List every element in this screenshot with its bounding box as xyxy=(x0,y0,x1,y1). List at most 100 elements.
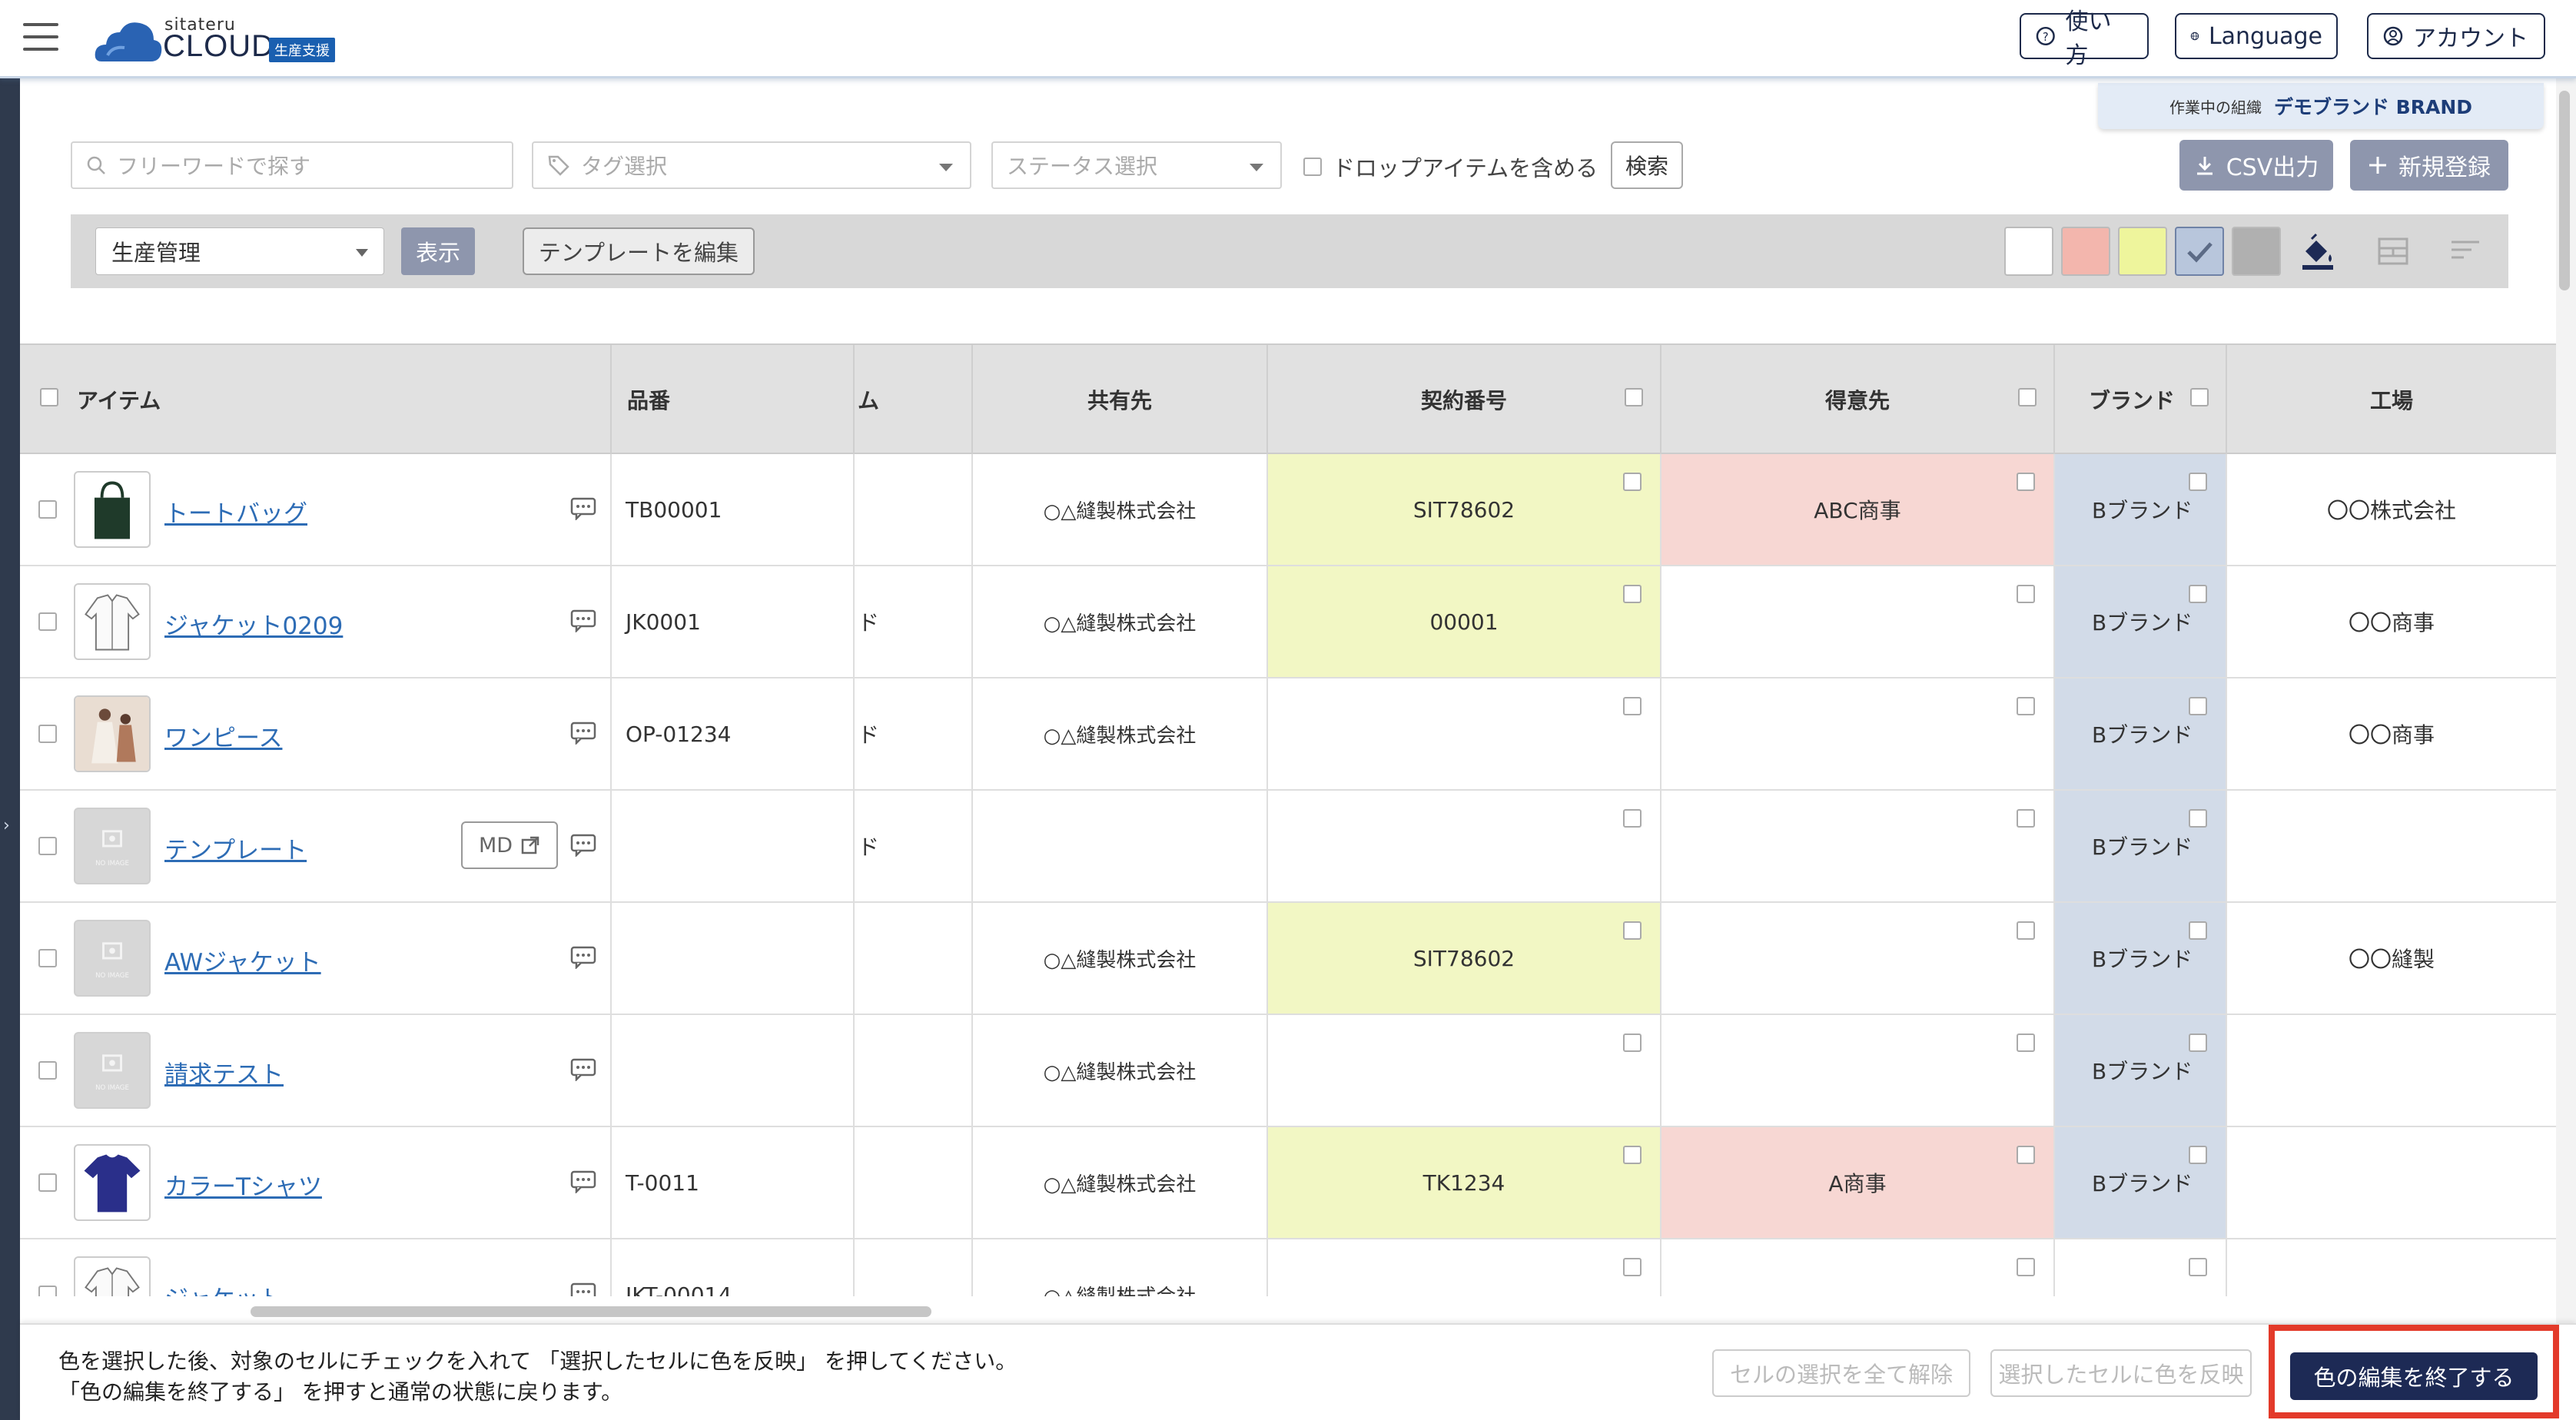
factory-cell[interactable]: 〇〇商事 xyxy=(2227,678,2556,789)
comment-icon[interactable] xyxy=(570,722,596,745)
item-name-link[interactable]: ジャケット xyxy=(164,1279,282,1296)
header-contract[interactable]: 契約番号 xyxy=(1268,345,1661,454)
row-checkbox[interactable] xyxy=(38,1061,57,1080)
cell-checkbox[interactable] xyxy=(2189,473,2207,491)
row-checkbox[interactable] xyxy=(38,837,57,855)
customer-cell[interactable] xyxy=(1661,566,2055,677)
contract-cell[interactable]: SIT78602 xyxy=(1268,903,1661,1014)
factory-cell[interactable] xyxy=(2227,1127,2556,1238)
cell-checkbox[interactable] xyxy=(1623,1146,1642,1164)
cell-checkbox[interactable] xyxy=(2017,1033,2035,1052)
shared-cell[interactable]: ○△縫製株式会社 xyxy=(973,454,1268,565)
help-button[interactable]: ? 使い方 xyxy=(2020,8,2149,69)
contract-cell[interactable] xyxy=(1268,1015,1661,1126)
partial-cell[interactable] xyxy=(855,1239,973,1296)
item-thumbnail[interactable] xyxy=(74,471,151,548)
edit-template-button[interactable]: テンプレートを編集 xyxy=(523,227,755,275)
cell-checkbox[interactable] xyxy=(1623,585,1642,603)
comment-icon[interactable] xyxy=(570,497,596,520)
brand-cell[interactable]: Bブランド xyxy=(2055,454,2227,565)
contract-cell[interactable]: SIT78602 xyxy=(1268,454,1661,565)
factory-cell[interactable]: 〇〇株式会社 xyxy=(2227,454,2556,565)
partial-cell[interactable] xyxy=(855,903,973,1014)
cell-checkbox[interactable] xyxy=(2189,1146,2207,1164)
header-customer[interactable]: 得意先 xyxy=(1661,345,2055,454)
csv-export-button[interactable]: CSV出力 xyxy=(2179,140,2333,191)
show-button[interactable]: 表示 xyxy=(401,227,475,275)
logo[interactable]: sitateru CLOUD 生産支援 xyxy=(91,12,352,66)
row-checkbox[interactable] xyxy=(38,500,57,519)
cell-checkbox[interactable] xyxy=(2017,473,2035,491)
color-swatch-yellow[interactable] xyxy=(2118,227,2167,276)
cell-checkbox[interactable] xyxy=(2017,921,2035,940)
cell-checkbox[interactable] xyxy=(2189,585,2207,603)
contract-cell[interactable] xyxy=(1268,791,1661,901)
tag-select[interactable]: タグ選択 xyxy=(532,141,971,189)
account-button[interactable]: アカウント xyxy=(2367,13,2545,59)
menu-icon[interactable] xyxy=(23,23,58,51)
cell-checkbox[interactable] xyxy=(2189,921,2207,940)
cell-checkbox[interactable] xyxy=(2017,809,2035,828)
cell-checkbox[interactable] xyxy=(2017,1146,2035,1164)
item-name-link[interactable]: ワンピース xyxy=(164,718,282,753)
item-thumbnail[interactable] xyxy=(74,1256,151,1296)
factory-cell[interactable] xyxy=(2227,1015,2556,1126)
shared-cell[interactable]: ○△縫製株式会社 xyxy=(973,678,1268,789)
contract-cell[interactable] xyxy=(1268,1239,1661,1296)
row-checkbox[interactable] xyxy=(38,1173,57,1192)
factory-cell[interactable]: 〇〇縫製 xyxy=(2227,903,2556,1014)
comment-icon[interactable] xyxy=(570,1170,596,1193)
horizontal-scrollbar[interactable] xyxy=(251,1306,931,1317)
apply-color-button[interactable]: 選択したセルに色を反映 xyxy=(1990,1349,2252,1397)
table-row[interactable]: カラーTシャツ T-0011 ○△縫製株式会社 TK1234 A商事 Bブランド xyxy=(20,1127,2556,1239)
comment-icon[interactable] xyxy=(570,609,596,632)
cell-checkbox[interactable] xyxy=(2189,697,2207,715)
customer-cell[interactable]: A商事 xyxy=(1661,1127,2055,1238)
search-button[interactable]: 検索 xyxy=(1611,141,1683,189)
shared-cell[interactable]: ○△縫製株式会社 xyxy=(973,1127,1268,1238)
row-checkbox[interactable] xyxy=(38,949,57,967)
item-name-link[interactable]: テンプレート xyxy=(164,831,307,865)
item-name-link[interactable]: 請求テスト xyxy=(164,1055,284,1090)
clear-selection-button[interactable]: セルの選択を全て解除 xyxy=(1712,1349,1970,1397)
layout-icon[interactable] xyxy=(2373,231,2413,271)
left-rail[interactable]: › xyxy=(0,78,20,1420)
comment-icon[interactable] xyxy=(570,1058,596,1081)
table-row[interactable]: NO IMAGE 請求テスト ○△縫製株式会社 Bブランド xyxy=(20,1015,2556,1127)
customer-cell[interactable] xyxy=(1661,791,2055,901)
row-checkbox[interactable] xyxy=(38,612,57,631)
header-sku[interactable]: 品番 xyxy=(612,345,855,454)
brand-cell[interactable]: Bブランド xyxy=(2055,678,2227,789)
shared-cell[interactable]: ○△縫製株式会社 xyxy=(973,566,1268,677)
cell-checkbox[interactable] xyxy=(1623,473,1642,491)
column-customer-checkbox[interactable] xyxy=(2018,388,2037,406)
brand-cell[interactable] xyxy=(2055,1239,2227,1296)
cell-checkbox[interactable] xyxy=(2189,1258,2207,1276)
status-select[interactable]: ステータス選択 xyxy=(991,141,1282,189)
header-shared[interactable]: 共有先 xyxy=(973,345,1268,454)
language-button[interactable]: Language xyxy=(2175,13,2338,59)
table-row[interactable]: ジャケット0209 JK0001 ド ○△縫製株式会社 00001 Bブランド 〇〇商事 xyxy=(20,566,2556,678)
shared-cell[interactable]: ○△縫製株式会社 xyxy=(973,1015,1268,1126)
column-contract-checkbox[interactable] xyxy=(1625,388,1643,406)
header-item[interactable]: アイテム xyxy=(20,345,612,454)
comment-icon[interactable] xyxy=(570,1282,596,1296)
color-swatch-pink[interactable] xyxy=(2061,227,2110,276)
item-name-link[interactable]: AWジャケット xyxy=(164,943,321,977)
table-row[interactable]: ジャケット JKT-00014 ○△縫製株式会社 xyxy=(20,1239,2556,1296)
color-swatch-white[interactable] xyxy=(2004,227,2053,276)
item-name-link[interactable]: トートバッグ xyxy=(164,494,307,529)
cell-checkbox[interactable] xyxy=(1623,921,1642,940)
item-name-link[interactable]: カラーTシャツ xyxy=(164,1167,322,1202)
color-swatch-gray[interactable] xyxy=(2232,227,2281,276)
freeword-search-input[interactable]: フリーワードで探す xyxy=(71,141,513,189)
brand-cell[interactable]: Bブランド xyxy=(2055,791,2227,901)
cell-checkbox[interactable] xyxy=(1623,1033,1642,1052)
sku-cell[interactable]: JK0001 xyxy=(612,566,855,677)
table-row[interactable]: トートバッグ TB00001 ○△縫製株式会社 SIT78602 ABC商事 Bブランド 〇… xyxy=(20,454,2556,566)
customer-cell[interactable] xyxy=(1661,1015,2055,1126)
item-thumbnail[interactable] xyxy=(74,1144,151,1221)
brand-cell[interactable]: Bブランド xyxy=(2055,1015,2227,1126)
contract-cell[interactable]: TK1234 xyxy=(1268,1127,1661,1238)
cell-checkbox[interactable] xyxy=(2017,585,2035,603)
